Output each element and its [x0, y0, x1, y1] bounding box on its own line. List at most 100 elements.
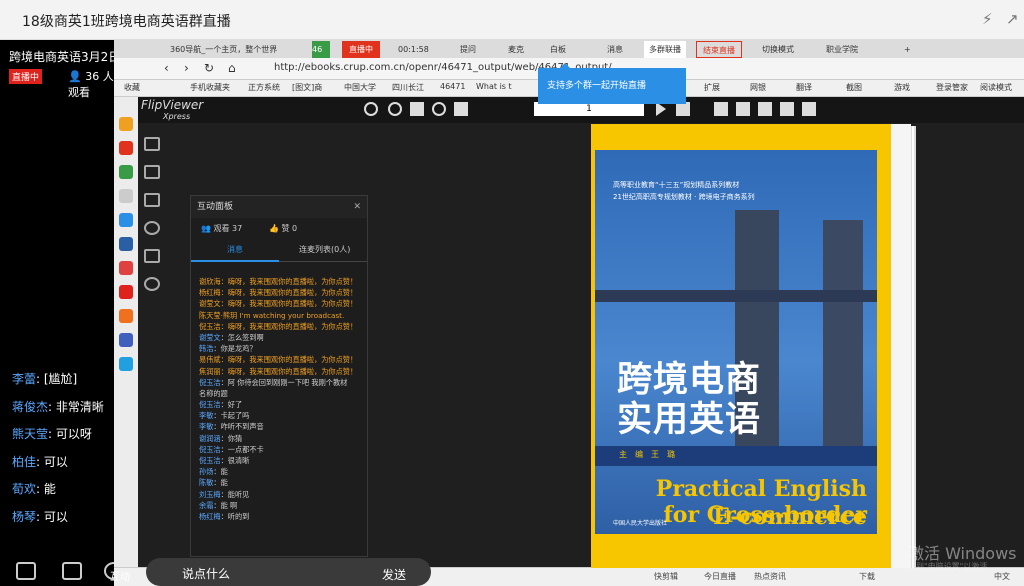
end-live-button[interactable]: 结束直播 [696, 41, 742, 58]
forward-icon[interactable]: › [184, 61, 189, 75]
message-text: 名称的题 [199, 388, 228, 398]
bookmark-item[interactable]: 登录管家 [936, 82, 968, 93]
question-button[interactable]: 提问 [460, 41, 490, 58]
cover-title-cn: 跨境电商 实用英语 [617, 360, 761, 440]
bookmark-item[interactable]: 网银 [750, 82, 766, 93]
zoom-icon[interactable] [432, 102, 446, 116]
likes-count: 👍 赞 0 [269, 218, 297, 240]
message-text: ：嗨呀，我来围观你的直播啦，为你点赞！ [220, 288, 358, 298]
page-input[interactable]: 1 [534, 102, 644, 116]
doc-icon[interactable] [119, 189, 133, 203]
bookmark-item[interactable]: 正方系统 [248, 82, 280, 93]
bookmark-item[interactable]: 截图 [846, 82, 862, 93]
app-icon[interactable] [119, 213, 133, 227]
message-author: 陈敏 [199, 478, 214, 488]
close-icon[interactable]: ✕ [353, 196, 361, 218]
star-icon[interactable] [119, 117, 133, 131]
notepad-icon[interactable] [16, 562, 36, 580]
bookmark-item[interactable]: 四川长江 [392, 82, 424, 93]
message-author: 倪玉洁 [199, 377, 221, 387]
share-icon[interactable]: ↗ [1006, 10, 1019, 28]
reload-icon[interactable]: ↻ [204, 61, 214, 75]
chat-text: : [尴尬] [36, 372, 78, 386]
bookmark-item[interactable]: 阅读模式 [980, 82, 1012, 93]
message-author: 谢润涵 [199, 433, 221, 443]
app2-icon[interactable] [119, 237, 133, 251]
switch-mode-button[interactable]: 切换模式 [762, 41, 812, 58]
info-icon[interactable] [364, 102, 378, 116]
app3-icon[interactable] [119, 309, 133, 323]
first-page-icon[interactable] [454, 102, 468, 116]
bookmark-item[interactable]: 翻译 [796, 82, 812, 93]
multi-group-live-button[interactable]: 多群联播 [644, 41, 686, 58]
notes-icon[interactable] [758, 102, 772, 116]
tab-messages[interactable]: 消息 [227, 244, 243, 255]
whiteboard-button[interactable]: 白板 [550, 41, 580, 58]
status-bar-item[interactable]: 下载 [859, 571, 875, 582]
message-text: ：一点都不卡 [220, 444, 264, 454]
messages-button[interactable]: 消息 [607, 41, 637, 58]
message-author: 易伟斌 [199, 355, 221, 365]
message-text: ：能听见 [220, 489, 250, 499]
bookmark-item[interactable]: 46471 [440, 82, 465, 91]
next-page-icon[interactable] [656, 102, 666, 116]
cover-editor: 主 编 王 璐 [619, 450, 675, 459]
pen-icon[interactable] [780, 102, 794, 116]
bookmark-item[interactable]: 手机收藏夹 [190, 82, 230, 93]
print-icon[interactable] [714, 102, 728, 116]
chat-line: 熊天莹: 可以呀 [12, 425, 104, 453]
bookmark-item[interactable]: What is t [476, 82, 512, 91]
panel-message: 倪玉洁：嗨呀，我来围观你的直播啦，为你点赞！ [199, 321, 365, 332]
views-icon: 👥 [201, 224, 211, 233]
status-bar-item[interactable]: 热点资讯 [754, 571, 786, 582]
new-tab-button[interactable]: + [904, 41, 916, 58]
mail-icon[interactable] [119, 165, 133, 179]
app5-icon[interactable] [119, 357, 133, 371]
bookmark-icon[interactable] [736, 102, 750, 116]
title-bar: 18级商英1班跨境电商英语群直播 ⚡ ↗ [0, 0, 1024, 40]
bookmark-item[interactable]: 中国大学 [344, 82, 376, 93]
mic-button[interactable]: 麦克 [508, 41, 538, 58]
timer: 00:1:58 [398, 45, 429, 54]
bookmark-item[interactable]: 游戏 [894, 82, 910, 93]
bookmark-item[interactable]: 扩展 [704, 82, 720, 93]
panel-message: 名称的题 [199, 388, 365, 399]
panel-message: 陈天莹·熊玥 I'm watching your broadcast. [199, 310, 365, 321]
share-screen-icon[interactable] [62, 562, 82, 580]
multi-group-tooltip: 支持多个群一起开始直播 [538, 63, 686, 104]
tab-mic-list[interactable]: 连麦列表(0人) [299, 244, 350, 255]
tools-icon[interactable] [144, 249, 160, 263]
share-icon[interactable] [144, 221, 160, 235]
game-icon[interactable] [119, 261, 133, 275]
send-button[interactable]: 发送 [382, 566, 406, 583]
cover-title-en-line1: Practical English [655, 476, 867, 502]
live-bottom-toolbar [0, 558, 124, 586]
message-author: 倪玉洁 [199, 456, 221, 465]
back-icon[interactable]: ‹ [164, 61, 169, 75]
thumbnails-icon[interactable] [410, 102, 424, 116]
fullscreen-icon[interactable] [802, 102, 816, 116]
status-bar-item[interactable]: 中文 [994, 571, 1010, 582]
status-bar-item[interactable]: 快剪辑 [654, 571, 678, 582]
weibo-icon[interactable] [119, 141, 133, 155]
help-icon[interactable] [388, 102, 402, 116]
tab-college[interactable]: 职业学院 [826, 41, 886, 58]
thumbs-up-icon: 👍 [269, 224, 279, 233]
mail-open-icon[interactable] [144, 193, 160, 207]
pin-icon[interactable]: ⚡ [982, 10, 993, 28]
tab-46[interactable]: 46 [312, 41, 330, 58]
interact-label[interactable]: 互动 [110, 568, 130, 583]
status-bar-item[interactable]: 今日直播 [704, 571, 736, 582]
shop-icon[interactable] [119, 285, 133, 299]
last-page-icon[interactable] [676, 102, 690, 116]
bookmark-item[interactable]: 收藏 [124, 82, 140, 93]
app4-icon[interactable] [119, 333, 133, 347]
grid-icon[interactable] [144, 165, 160, 179]
message-author: 倪玉洁 [199, 444, 221, 454]
home-icon[interactable]: ⌂ [228, 61, 236, 75]
user-icon[interactable] [144, 277, 160, 291]
tab-360-nav[interactable]: 360导航_一个主页，整个世界 [170, 41, 288, 58]
chat-line: 杨琴: 可以 [12, 508, 104, 536]
bookmark-item[interactable]: [图文]商 [292, 82, 322, 93]
menu-icon[interactable] [144, 137, 160, 151]
